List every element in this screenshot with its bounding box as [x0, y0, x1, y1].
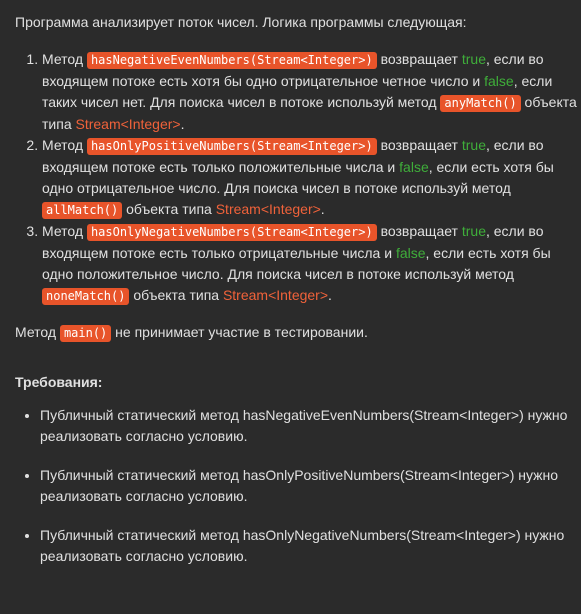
method-code: hasNegativeEvenNumbers(Stream<Integer>)	[86, 52, 377, 69]
false-keyword: false	[399, 159, 429, 175]
task-text: .	[320, 201, 325, 217]
task-list: Метод hasNegativeEvenNumbers(Stream<Inte…	[26, 49, 581, 307]
task-text: объекта типа	[129, 287, 223, 303]
requirement-item: Публичный статический метод hasOnlyPosit…	[40, 465, 580, 507]
intro-text: Программа анализирует поток чисел. Логик…	[15, 14, 467, 30]
true-keyword: true	[461, 137, 486, 153]
task-item-3: Метод hasOnlyNegativeNumbers(Stream<Inte…	[42, 221, 581, 307]
false-keyword: false	[395, 245, 426, 261]
stream-type: Stream<Integer>	[75, 116, 181, 132]
method-code: hasOnlyNegativeNumbers(Stream<Integer>)	[86, 224, 377, 241]
task-text: Метод	[42, 137, 87, 153]
requirement-item: Публичный статический метод hasOnlyNegat…	[40, 525, 580, 567]
requirements-title: Требования:	[15, 374, 103, 390]
task-item-2: Метод hasOnlyPositiveNumbers(Stream<Inte…	[42, 135, 581, 221]
note-text: не принимает участие в тестировании.	[111, 324, 368, 340]
task-text: возвращает	[376, 137, 462, 153]
task-description: Программа анализирует поток чисел. Логик…	[0, 0, 581, 614]
match-method-code: anyMatch()	[440, 95, 521, 112]
task-text: Метод	[42, 223, 87, 239]
task-item-1: Метод hasNegativeEvenNumbers(Stream<Inte…	[42, 49, 581, 135]
requirements-list: Публичный статический метод hasNegativeE…	[20, 405, 580, 585]
method-code: hasOnlyPositiveNumbers(Stream<Integer>)	[86, 138, 377, 155]
stream-type: Stream<Integer>	[215, 201, 321, 217]
task-text: .	[328, 287, 332, 303]
main-method-note: Метод main() не принимает участие в тест…	[15, 322, 368, 343]
task-text: возвращает	[376, 223, 462, 239]
true-keyword: true	[461, 223, 486, 239]
task-text: .	[180, 116, 185, 132]
match-method-code: allMatch()	[42, 202, 123, 219]
task-text: Метод	[42, 51, 87, 67]
false-keyword: false	[484, 73, 514, 89]
main-method-code: main()	[59, 325, 112, 342]
task-text: возвращает	[376, 51, 462, 67]
stream-type: Stream<Integer>	[222, 287, 329, 303]
task-text: объекта типа	[122, 201, 216, 217]
note-text: Метод	[15, 324, 60, 340]
requirement-item: Публичный статический метод hasNegativeE…	[40, 405, 580, 447]
match-method-code: noneMatch()	[42, 288, 130, 305]
true-keyword: true	[461, 51, 486, 67]
